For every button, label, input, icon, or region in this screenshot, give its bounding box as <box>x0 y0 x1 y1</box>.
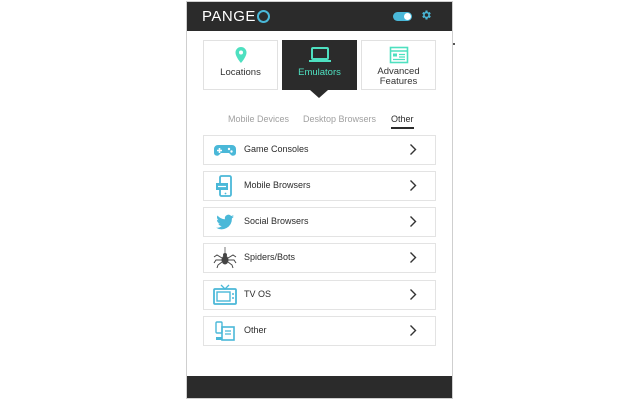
list-item-spiders-bots[interactable]: Spiders/Bots <box>203 243 436 273</box>
tab-label: Locations <box>220 67 261 78</box>
tab-label-line: Features <box>379 76 418 87</box>
list-item-game-consoles[interactable]: Game Consoles <box>203 135 436 165</box>
tab-emulators[interactable]: Emulators <box>282 40 357 90</box>
gear-icon[interactable] <box>420 9 432 23</box>
chevron-right-icon <box>409 143 417 156</box>
chevron-right-icon <box>409 324 417 337</box>
list-item-other[interactable]: Other <box>203 316 436 346</box>
chevron-right-icon <box>409 288 417 301</box>
list-item-label: TV OS <box>244 289 272 299</box>
logo-o-ring-icon <box>256 10 270 23</box>
main-tabs: Locations Emulators Advanced Features <box>203 40 436 90</box>
toggle-switch-icon[interactable] <box>393 12 412 21</box>
tv-icon <box>213 284 237 306</box>
extension-popup: PANGE Locations Emulators Advanced Featu… <box>187 2 452 398</box>
list-item-label: Mobile Browsers <box>244 180 311 190</box>
subtab-mobile-devices[interactable]: Mobile Devices <box>228 114 289 124</box>
list-item-label: Social Browsers <box>244 216 309 226</box>
sub-tabs: Mobile Devices Desktop Browsers Other <box>203 114 436 130</box>
chevron-right-icon <box>409 215 417 228</box>
footer-bar <box>187 376 452 398</box>
list-item-label: Other <box>244 325 267 335</box>
list-item-tv-os[interactable]: TV OS <box>203 280 436 310</box>
chevron-right-icon <box>409 251 417 264</box>
logo: PANGE <box>202 8 270 25</box>
toggle-knob <box>404 13 411 20</box>
laptop-icon <box>308 46 332 69</box>
tab-advanced-features[interactable]: Advanced Features <box>361 40 436 90</box>
twitter-bird-icon <box>213 211 237 233</box>
background-dot <box>453 43 455 45</box>
active-tab-pointer <box>310 90 328 98</box>
tab-locations[interactable]: Locations <box>203 40 278 90</box>
devices-icon <box>213 320 237 342</box>
list-item-social-browsers[interactable]: Social Browsers <box>203 207 436 237</box>
chevron-right-icon <box>409 179 417 192</box>
list-item-mobile-browsers[interactable]: Mobile Browsers <box>203 171 436 201</box>
mobile-browser-icon <box>213 175 237 197</box>
tab-label: Advanced Features <box>362 67 435 87</box>
tab-label: Emulators <box>298 67 341 78</box>
subtab-other[interactable]: Other <box>391 114 414 129</box>
spider-icon <box>213 247 237 269</box>
list-item-label: Game Consoles <box>244 144 309 154</box>
subtab-desktop-browsers[interactable]: Desktop Browsers <box>303 114 376 124</box>
header-bar: PANGE <box>187 2 452 31</box>
list-item-label: Spiders/Bots <box>244 252 296 262</box>
map-pin-icon <box>234 46 248 69</box>
gamepad-icon <box>213 139 237 161</box>
logo-text: PANGE <box>202 8 256 25</box>
